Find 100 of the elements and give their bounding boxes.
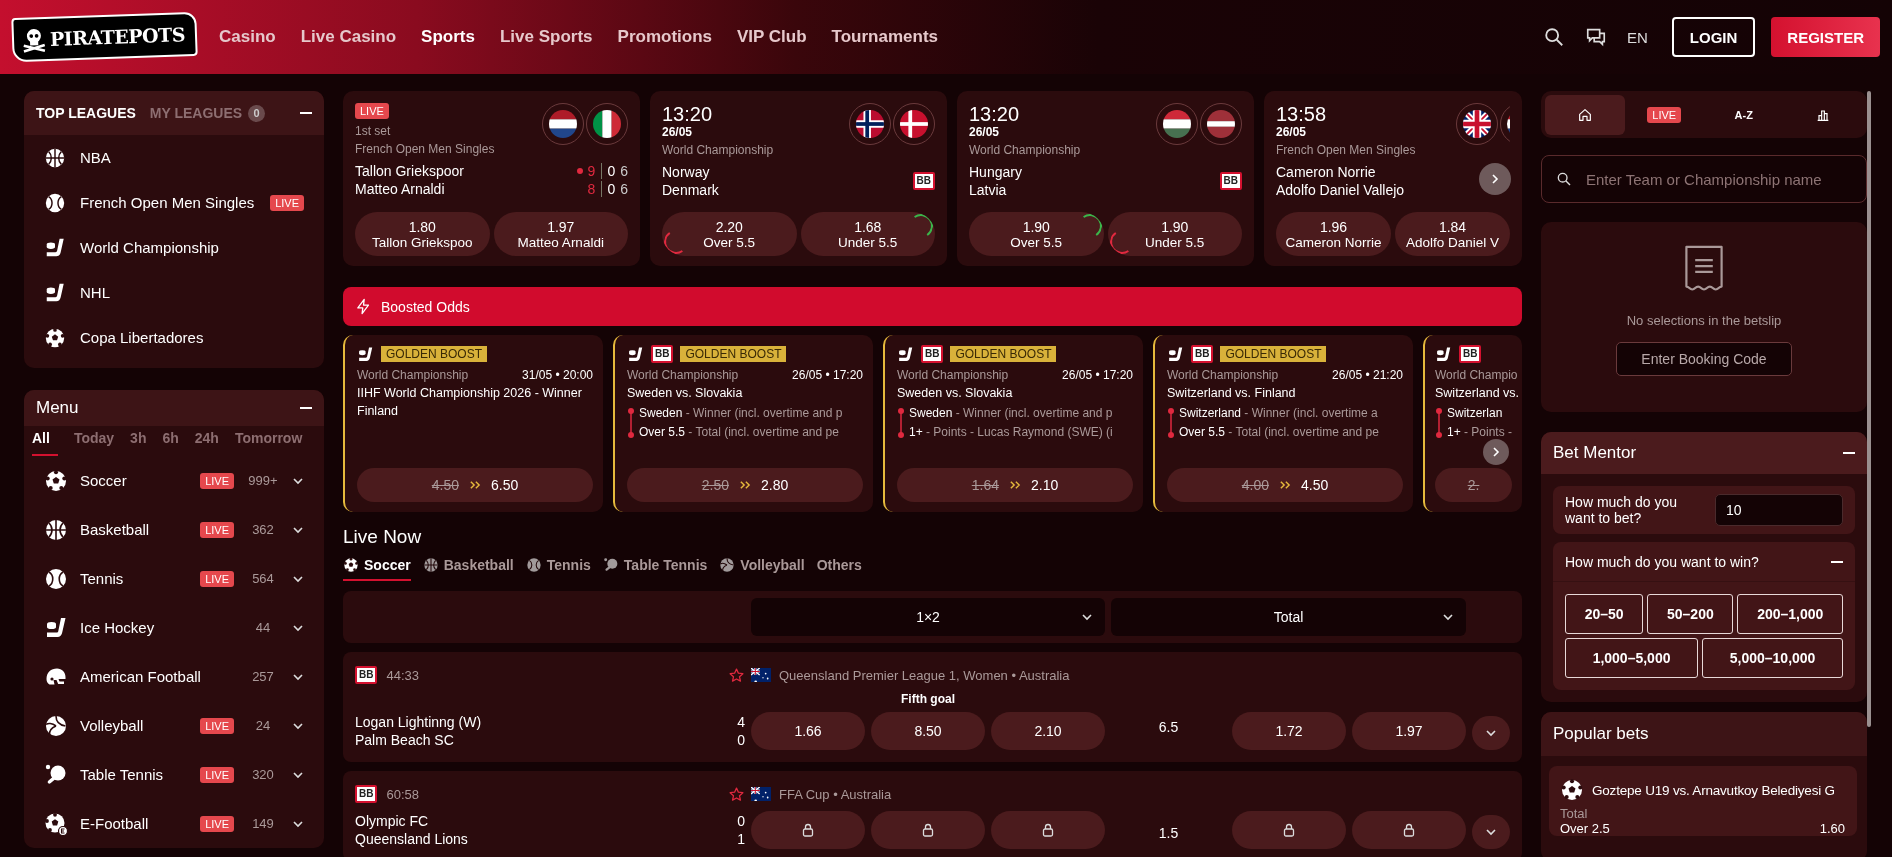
team-name: Denmark [662, 182, 719, 198]
bet-leg: Switzerlan [1447, 406, 1503, 421]
odds-button[interactable]: 1.80 Tallon Griekspoo [355, 212, 490, 256]
league-link[interactable]: World Championship [80, 239, 219, 256]
odds-button[interactable]: 1.72 [1232, 712, 1346, 750]
odds-button[interactable]: 1.66 [751, 712, 865, 750]
match-row[interactable]: BB 60:58 FFA Cup • Australia Olympic FC 0 Queensland Lions 1 1.5 [343, 771, 1522, 857]
match-time: 13:20 [969, 103, 1020, 125]
logo[interactable]: PIRATEPOTS [11, 11, 198, 63]
boosted-odds-button[interactable]: 2. [1435, 468, 1512, 502]
sport-tab[interactable]: Soccer [343, 557, 411, 581]
sport-tab[interactable]: Basketball [422, 557, 514, 581]
odds-button[interactable]: 8.50 [871, 712, 985, 750]
sport-link[interactable]: Soccer [80, 472, 189, 489]
match-card[interactable]: LIVE 1st set French Open Men Singles Tallon Griekspoor 9 0 6 Matteo Arnaldi 8 0 6 1.80 Tallon Griekspoo 1.97 Matteo Arnaldi [343, 91, 640, 266]
team-score: 4 [737, 714, 745, 730]
range-option[interactable]: 200–1,000 [1737, 594, 1843, 634]
stake-input[interactable]: 10 [1715, 494, 1843, 526]
search-field[interactable]: Enter Team or Championship name [1541, 155, 1867, 203]
login-button[interactable]: LOGIN [1671, 17, 1756, 57]
match-row[interactable]: BB 44:33 Queensland Premier League 1, Women • Australia Logan Lightinng (W) 4 Palm Beach SC 0 Fifth goal 1.66 8.50 2.10 6.5 1.72 1.97 [343, 652, 1522, 762]
league-link[interactable]: French Open Men Singles [80, 194, 255, 211]
market-dropdown[interactable]: Total [1111, 598, 1466, 636]
collapse-icon[interactable] [1831, 560, 1843, 563]
range-option[interactable]: 20–50 [1565, 594, 1644, 634]
boosted-odds-button[interactable]: 4.00 4.50 [1167, 468, 1403, 502]
leagues-tab[interactable]: TOP LEAGUES [36, 105, 136, 121]
selection-name: Over 2.5 [1560, 821, 1610, 836]
nav-link[interactable]: Live Casino [300, 27, 397, 47]
time-filter-tab[interactable]: 3h [130, 430, 147, 456]
language-selector[interactable]: EN [1626, 28, 1648, 46]
sport-tab[interactable]: Table Tennis [602, 557, 708, 581]
nav-link[interactable]: VIP Club [737, 27, 807, 47]
range-option[interactable]: 50–200 [1647, 594, 1734, 634]
team-name: Matteo Arnaldi [355, 181, 445, 197]
boosted-odds-button[interactable]: 4.50 6.50 [357, 468, 593, 502]
register-button[interactable]: REGISTER [1771, 17, 1880, 57]
nav-link[interactable]: Tournaments [831, 27, 938, 47]
sidebar-tab[interactable]: LIVE [1624, 94, 1704, 135]
odds-button[interactable]: 2.20 Over 5.5 [662, 212, 797, 256]
time-filter-tab[interactable]: Tomorrow [234, 430, 303, 456]
popular-bet-card[interactable]: Goztepe U19 vs. Arnavutkoy Belediyesi G Total Over 2.5 1.60 [1549, 766, 1857, 836]
nav-link[interactable]: Live Sports [499, 27, 593, 47]
time-filter-tab[interactable]: Today [73, 430, 115, 456]
star-icon[interactable] [728, 785, 745, 803]
league-name: World Championship [969, 143, 1081, 157]
league-link[interactable]: NBA [80, 149, 111, 166]
match-card[interactable]: 13:20 26/05 World Championship Hungary Latvia BB 1.90 Over 5.5 1.90 Under 5.5 [957, 91, 1254, 266]
boost-card[interactable]: BB GOLDEN BOOST World Championship 26/05 • 17:20 Sweden vs. Slovakia Sweden - Winner (incl. overtime and p 1+ - Points - Lucas Raymond (SWE) (i 1.64 2.10 [883, 335, 1143, 512]
sport-link[interactable]: Ice Hockey [80, 619, 234, 636]
chat-icon[interactable] [1584, 26, 1607, 48]
sport-tab[interactable]: Volleyball [719, 557, 805, 581]
time-filter-tab[interactable]: 24h [194, 430, 219, 456]
odds-button[interactable]: 1.96 Cameron Norrie [1276, 212, 1391, 256]
odds-button[interactable]: 1.90 Over 5.5 [969, 212, 1104, 256]
sport-link[interactable]: Tennis [80, 570, 189, 587]
odds-button[interactable]: 1.90 Under 5.5 [1107, 212, 1242, 256]
time-filter-tab[interactable]: All [32, 430, 58, 456]
boost-card[interactable]: BB GOLDEN BOOST World Championship 26/05 • 21:20 Switzerland vs. Finland Switzerland - Winner (incl. overtime a Over 5.5 - Total (incl. overtime and pe 4.00 4.50 [1153, 335, 1413, 512]
nav-link[interactable]: Sports [421, 27, 475, 47]
odds-button[interactable]: 2.10 [991, 712, 1105, 750]
double-chevron-icon [739, 480, 751, 490]
booking-code-button[interactable]: Enter Booking Code [1616, 342, 1792, 376]
event-title: Switzerland vs. [1435, 386, 1520, 400]
market-dropdown[interactable]: 1×2 [751, 598, 1105, 636]
lock-icon [1403, 823, 1415, 837]
nav-link[interactable]: Promotions [617, 27, 712, 47]
league-link[interactable]: Copa Libertadores [80, 329, 204, 346]
boost-card[interactable]: BB GOLDEN BOOST World Championship 26/05 • 17:20 Sweden vs. Slovakia Sweden - Winner (incl. overtime and p Over 5.5 - Total (incl. overtime and pe 2.50 2.80 [613, 335, 873, 512]
match-date: 26/05 • 21:20 [1332, 368, 1403, 382]
boost-card[interactable]: BB World Champio Switzerland vs. Switzerlan 1+ - Points - 2. [1423, 335, 1522, 512]
chevron-down-icon [1081, 611, 1093, 623]
match-card[interactable]: 13:20 26/05 World Championship Norway Denmark BB 2.20 Over 5.5 1.68 Under 5.5 [650, 91, 947, 266]
range-option[interactable]: 5,000–10,000 [1702, 638, 1843, 678]
sport-link[interactable]: Table Tennis [80, 766, 189, 783]
sport-tab[interactable]: Tennis [525, 557, 591, 581]
league-link[interactable]: NHL [80, 284, 110, 301]
sidebar-tab[interactable]: A-Z [1704, 94, 1784, 135]
star-icon[interactable] [728, 666, 745, 684]
sport-link[interactable]: E-Football [80, 815, 189, 832]
scrollbar[interactable] [1867, 91, 1871, 727]
leagues-tab[interactable]: MY LEAGUES 0 [149, 104, 266, 122]
range-option[interactable]: 1,000–5,000 [1565, 638, 1699, 678]
boosted-odds-button[interactable]: 1.64 2.10 [897, 468, 1133, 502]
odds-button[interactable]: 1.97 Matteo Arnaldi [493, 212, 628, 256]
sport-link[interactable]: American Football [80, 668, 234, 685]
sport-tab[interactable]: Others [816, 557, 862, 581]
boosted-odds-button[interactable]: 2.50 2.80 [627, 468, 863, 502]
boost-card[interactable]: GOLDEN BOOST World Championship 31/05 • 20:00 IIHF World Championship 2026 - Winner Finland 4.50 6.50 [343, 335, 603, 512]
sidebar-tab[interactable] [1545, 94, 1625, 135]
odds-button[interactable]: 1.84 Adolfo Daniel V [1395, 212, 1510, 256]
sport-link[interactable]: Basketball [80, 521, 189, 538]
time-filter-tab[interactable]: 6h [162, 430, 179, 456]
match-card[interactable]: 13:58 26/05 French Open Men Singles Cameron Norrie Adolfo Daniel Vallejo 1.96 Cameron Norrie 1.84 Adolfo Daniel V [1264, 91, 1522, 266]
odds-button[interactable]: 1.97 [1352, 712, 1466, 750]
nav-link[interactable]: Casino [219, 27, 276, 47]
match-date: 26/05 [969, 125, 1000, 139]
odds-button[interactable]: 1.68 Under 5.5 [800, 212, 935, 256]
sport-link[interactable]: Volleyball [80, 717, 189, 734]
search-icon[interactable] [1542, 26, 1565, 48]
